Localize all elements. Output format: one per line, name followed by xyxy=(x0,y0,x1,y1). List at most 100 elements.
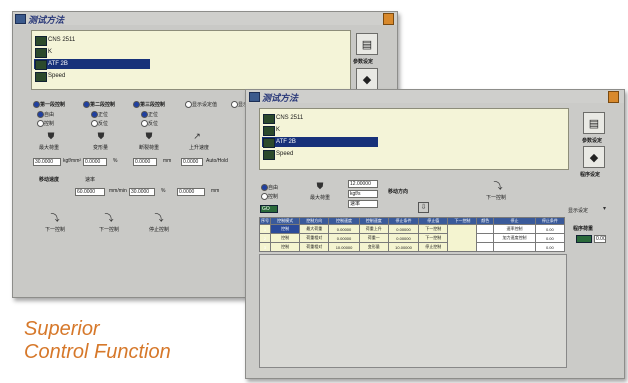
color-cell[interactable] xyxy=(447,224,478,252)
list-item-selected[interactable]: ATF 2B xyxy=(34,59,150,70)
checkbox-icon[interactable] xyxy=(263,114,275,124)
table-cell[interactable]: 荷重一 xyxy=(358,233,389,243)
method-list[interactable]: CNS 2511 K ATF 2B Speed xyxy=(259,108,569,170)
next-control-icon[interactable]: ⤵ xyxy=(492,181,504,191)
table-cell[interactable]: 荷重上升 xyxy=(358,224,389,234)
list-item[interactable]: Speed xyxy=(262,149,396,160)
table-cell[interactable]: 加力速度控制 xyxy=(493,233,536,243)
list-item[interactable]: CNS 2511 xyxy=(34,35,168,46)
method-list[interactable]: CNS 2511 K ATF 2B Speed xyxy=(31,30,351,90)
table-cell[interactable]: 停止控制 xyxy=(418,242,449,252)
max-load-tool-icon[interactable]: ⛊ xyxy=(45,131,57,141)
stage3-check[interactable] xyxy=(133,101,140,108)
params-button[interactable]: ▤ xyxy=(583,112,605,134)
param-field-2[interactable]: 0.0000 xyxy=(83,158,107,166)
table-cell[interactable]: 0.00000 xyxy=(387,224,420,234)
checkbox-icon[interactable] xyxy=(35,36,47,46)
table-cell[interactable]: 控制 xyxy=(269,242,301,252)
row-number: 2 xyxy=(259,233,271,243)
list-item[interactable]: Speed xyxy=(34,71,168,82)
control-label: 控制 xyxy=(44,121,55,127)
gauge-button[interactable]: ◆ xyxy=(583,146,605,168)
table-cell[interactable] xyxy=(493,242,536,252)
max-load-tool-icon[interactable]: ⛊ xyxy=(314,181,326,191)
table-cell[interactable]: 10.00000 xyxy=(328,242,360,252)
close-icon[interactable] xyxy=(608,91,619,103)
table-cell[interactable]: 0.00 xyxy=(534,242,566,252)
speed-field[interactable]: 60.0000 xyxy=(75,188,105,196)
forward-radio-3[interactable] xyxy=(141,111,148,118)
list-item[interactable]: CNS 2511 xyxy=(262,113,396,124)
checkbox-icon[interactable] xyxy=(263,126,275,136)
checkbox-icon[interactable] xyxy=(35,60,47,70)
rate-field[interactable]: 速率 xyxy=(348,200,378,208)
rise-speed-tool-icon[interactable]: ↗ xyxy=(191,131,203,141)
checkbox-icon[interactable] xyxy=(35,48,47,58)
stage3-label: 第三段控制 xyxy=(140,102,166,108)
table-cell[interactable]: 控制 xyxy=(269,224,301,234)
deform-tool-icon[interactable]: ⛊ xyxy=(95,131,107,141)
stage2-check[interactable] xyxy=(83,101,90,108)
control-radio[interactable] xyxy=(261,193,268,200)
show-check[interactable] xyxy=(231,101,238,108)
next-control-2-icon[interactable]: ⤵ xyxy=(103,213,115,223)
param-field-4[interactable]: 0.0000 xyxy=(181,158,203,166)
free-radio[interactable] xyxy=(37,111,44,118)
next-control-icon[interactable]: ⤵ xyxy=(49,213,61,223)
table-cell[interactable]: 0.00000 xyxy=(328,224,360,234)
back-window-titlebar: 测试方法 xyxy=(13,12,397,26)
table-cell[interactable]: 0.00 xyxy=(534,224,566,234)
param-field-1[interactable]: 30.0000 xyxy=(33,158,61,166)
free-label: 自由 xyxy=(268,185,279,191)
table-cell[interactable] xyxy=(476,242,495,252)
front-window-titlebar: 测试方法 xyxy=(246,90,624,104)
col-header: 停止值 xyxy=(418,217,449,225)
display-setting-dropdown[interactable]: 显示设定 xyxy=(568,207,588,214)
stage1-check[interactable] xyxy=(33,101,40,108)
list-item-selected[interactable]: ATF 2B xyxy=(262,137,378,148)
table-cell[interactable]: 下一控制 xyxy=(418,233,449,243)
checkbox-icon[interactable] xyxy=(35,72,47,82)
next-control-label: 下一控制 xyxy=(486,195,507,201)
reverse-radio-3[interactable] xyxy=(141,120,148,127)
unit-field[interactable]: kgf/s xyxy=(348,190,378,198)
stop-control-label: 停止控制 xyxy=(149,227,170,233)
forward-radio[interactable] xyxy=(91,111,98,118)
speed-percent-field[interactable]: 30.0000 xyxy=(129,188,155,196)
down-arrow-icon[interactable]: ⇩ xyxy=(418,202,429,213)
table-cell[interactable]: 控制 xyxy=(269,233,301,243)
close-icon[interactable] xyxy=(383,13,394,25)
deform-tool-label: 变形量 xyxy=(93,145,109,151)
table-cell[interactable]: 速率控制 xyxy=(493,224,536,234)
param-field-3[interactable]: 0.0000 xyxy=(133,158,157,166)
params-button[interactable]: ▤ xyxy=(356,33,378,55)
break-load-tool-icon[interactable]: ⛊ xyxy=(143,131,155,141)
show-setpoint-check[interactable] xyxy=(185,101,192,108)
reverse-radio[interactable] xyxy=(91,120,98,127)
table-cell[interactable]: 10.00000 xyxy=(387,242,420,252)
list-item-label: ATF 2B xyxy=(276,139,296,145)
list-item[interactable]: K xyxy=(262,125,396,136)
table-cell[interactable]: 0.00000 xyxy=(387,233,420,243)
stop-control-icon[interactable]: ⤵ xyxy=(153,213,165,223)
table-cell[interactable]: 最大荷重 xyxy=(299,224,330,234)
table-cell[interactable]: 变形量 xyxy=(358,242,389,252)
table-cell[interactable]: 0.00 xyxy=(534,233,566,243)
gauge-button[interactable]: ◆ xyxy=(356,68,378,90)
go-button[interactable]: GO xyxy=(260,205,278,213)
table-cell[interactable]: 荷重相对 xyxy=(299,233,330,243)
table-cell[interactable] xyxy=(476,233,495,243)
value-field[interactable]: 12.00000 xyxy=(348,180,378,188)
list-item[interactable]: K xyxy=(34,47,168,58)
control-table[interactable]: 序号 控制模式 控制方向 控制速度 控制速度 停止条件 停止值 下一控制 颜色 … xyxy=(259,217,566,252)
distance-field[interactable]: 0.0000 xyxy=(177,188,205,196)
checkbox-icon[interactable] xyxy=(263,138,275,148)
table-cell[interactable]: 荷重相对 xyxy=(299,242,330,252)
table-cell[interactable]: 下一控制 xyxy=(418,224,449,234)
checkbox-icon[interactable] xyxy=(263,150,275,160)
chevron-down-icon[interactable]: ▾ xyxy=(603,205,606,212)
free-radio[interactable] xyxy=(261,184,268,191)
control-radio[interactable] xyxy=(37,120,44,127)
table-cell[interactable]: 0.00000 xyxy=(328,233,360,243)
table-cell[interactable] xyxy=(476,224,495,234)
